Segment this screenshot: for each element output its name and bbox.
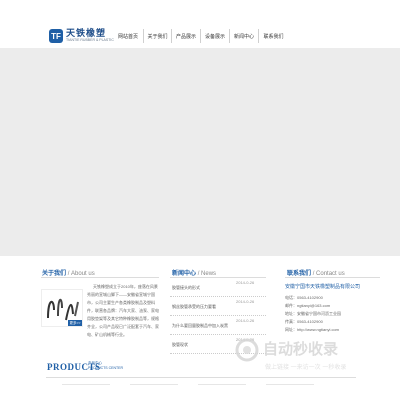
- nav-news[interactable]: 新闻中心: [229, 29, 258, 43]
- product-thumbnail[interactable]: [130, 384, 178, 401]
- logo-mark-icon: TF: [49, 29, 63, 43]
- main-nav: 网站首页 关于我们 产品展示 设备展示 新闻中心 联系我们: [113, 29, 288, 43]
- site-header: TF 天铁橡塑 TIANTIE RUBBER & PLASTIC 网站首页 关于…: [0, 0, 400, 46]
- about-divider: [41, 277, 159, 278]
- news-item-title: 胶管接头的形式: [172, 285, 200, 290]
- contact-email[interactable]: 邮件：ngtianyi@163.com: [285, 302, 385, 310]
- watermark: 自动秒收录 做上链接 一来访一次 一秒收录: [235, 338, 395, 378]
- products-subtitle: 产品中心 PRODUCTS CENTER: [88, 361, 123, 371]
- contact-address: 地址：安徽省宁国市河沥工业园: [285, 311, 341, 316]
- logo-text: 天铁橡塑 TIANTIE RUBBER & PLASTIC: [66, 29, 114, 43]
- watermark-sub-text: 做上链接 一来访一次 一秒收录: [265, 365, 347, 371]
- news-item-title: 为什么要回量胶制品中加入炭黑: [172, 323, 228, 328]
- news-item-date: 2014-0-26: [236, 318, 255, 323]
- about-heading: 关于我们 / About us: [42, 268, 95, 277]
- news-item-title: 钢丝胶管承受的压力要看: [172, 304, 216, 309]
- contact-fax: 传真：0563-4102900: [285, 319, 323, 324]
- nav-contact[interactable]: 联系我们: [258, 29, 288, 43]
- logo-name-en: TIANTIE RUBBER & PLASTIC: [66, 38, 114, 43]
- contact-info: 安徽宁国市天铁橡塑制品有限公司 电话：0563-4102900 邮件：ngtia…: [285, 283, 385, 334]
- about-description: 天铁橡塑成立于2010年，座落在风景秀丽的宣城山脚下——安徽省宣城宁国市，公司主…: [87, 284, 159, 337]
- news-heading: 新闻中心 / News: [172, 268, 216, 277]
- hero-banner: [0, 48, 400, 256]
- nav-products[interactable]: 产品展示: [171, 29, 200, 43]
- news-item[interactable]: 钢丝胶管承受的压力要看 2014-0-26: [170, 297, 266, 316]
- contact-website[interactable]: 网址：http://www.ngtianyi.com: [285, 326, 385, 334]
- product-thumbnail[interactable]: [266, 384, 314, 401]
- news-item[interactable]: 为什么要回量胶制品中加入炭黑 2014-0-26: [170, 316, 266, 335]
- contact-company: 安徽宁国市天铁橡塑制品有限公司: [285, 284, 361, 290]
- news-item-date: 2014-0-26: [236, 299, 255, 304]
- about-more-button[interactable]: 更多>>: [68, 320, 82, 326]
- product-thumbnail[interactable]: [198, 384, 246, 401]
- nav-equipment[interactable]: 设备展示: [200, 29, 229, 43]
- news-item[interactable]: 胶管接头的形式 2014-0-26: [170, 278, 266, 297]
- contact-phone: 电话：0563-4102900: [285, 295, 323, 300]
- news-item-title: 胶管现状: [172, 342, 188, 347]
- news-item-date: 2014-0-26: [236, 280, 255, 285]
- nav-about[interactable]: 关于我们: [143, 29, 171, 43]
- watermark-logo-icon: [235, 338, 259, 362]
- logo-name-cn: 天铁橡塑: [66, 28, 107, 39]
- watermark-main-text: 自动秒收录: [263, 341, 339, 358]
- product-thumbnail[interactable]: [62, 384, 110, 401]
- contact-divider: [285, 277, 380, 278]
- contact-heading: 联系我们 / Contact us: [287, 268, 345, 277]
- nav-home[interactable]: 网站首页: [113, 29, 143, 43]
- products-subtitle-en: PRODUCTS CENTER: [88, 366, 124, 370]
